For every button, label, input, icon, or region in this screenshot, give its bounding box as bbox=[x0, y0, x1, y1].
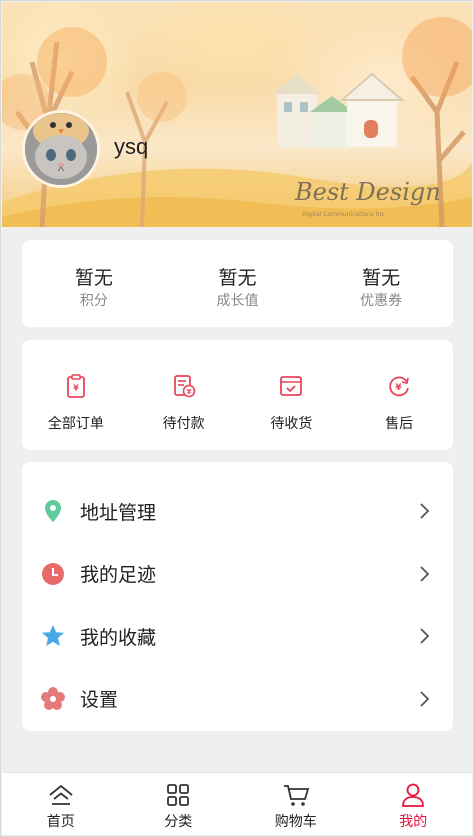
order-all-button[interactable]: ¥ 全部订单 bbox=[22, 340, 130, 450]
stat-value: 暂无 bbox=[218, 267, 257, 289]
clock-icon bbox=[42, 562, 64, 585]
tab-label: 首页 bbox=[46, 814, 75, 830]
order-unpaid-button[interactable]: ¥ 待付款 bbox=[130, 340, 238, 450]
chevron-right-icon bbox=[420, 691, 430, 707]
stat-value: 暂无 bbox=[362, 267, 401, 289]
home-icon bbox=[49, 784, 73, 805]
cart-icon bbox=[283, 785, 309, 806]
order-label: 全部订单 bbox=[47, 416, 104, 432]
stats-card: 暂无 积分 暂无 成长值 暂无 优惠券 bbox=[22, 240, 453, 327]
order-to-receive-button[interactable]: 待收货 bbox=[238, 340, 346, 450]
order-after-sales-button[interactable]: ¥ 售后 bbox=[345, 340, 453, 450]
menu-item-settings[interactable]: 设置 bbox=[22, 668, 453, 731]
menu-label: 设置 bbox=[80, 689, 119, 712]
menu-item-footprints[interactable]: 我的足迹 bbox=[22, 543, 453, 606]
chevron-right-icon bbox=[420, 566, 430, 582]
tab-profile[interactable]: 我的 bbox=[355, 773, 473, 835]
order-label: 待收货 bbox=[270, 416, 313, 432]
username: ysq bbox=[114, 134, 149, 159]
tab-label: 分类 bbox=[164, 814, 193, 830]
box-check-icon bbox=[280, 376, 303, 396]
menu-item-favorites[interactable]: 我的收藏 bbox=[22, 605, 453, 668]
chevron-right-icon bbox=[420, 628, 430, 644]
order-label: 待付款 bbox=[162, 416, 205, 432]
stat-value: 暂无 bbox=[74, 267, 113, 289]
stat-coupons[interactable]: 暂无 优惠券 bbox=[309, 240, 453, 327]
profile-header-banner: Best Design Digital Communications Inc y… bbox=[2, 2, 472, 227]
stat-label: 优惠券 bbox=[360, 293, 403, 309]
stat-label: 成长值 bbox=[216, 293, 259, 309]
menu-card: 地址管理 我的足迹 我的收藏 设置 bbox=[22, 462, 453, 731]
menu-label: 我的收藏 bbox=[80, 626, 157, 649]
stat-points[interactable]: 暂无 积分 bbox=[22, 240, 166, 327]
location-pin-icon bbox=[45, 500, 61, 523]
stat-label: 积分 bbox=[79, 293, 108, 309]
star-icon bbox=[42, 625, 64, 647]
chevron-right-icon bbox=[420, 503, 430, 519]
tab-label: 我的 bbox=[399, 814, 428, 830]
avatar[interactable] bbox=[22, 110, 100, 188]
order-label: 售后 bbox=[385, 416, 414, 432]
bill-yen-icon: ¥ bbox=[173, 375, 195, 398]
bottom-tab-bar: 首页 分类 购物车 我的 bbox=[2, 772, 472, 835]
svg-text:¥: ¥ bbox=[186, 388, 191, 396]
clipboard-yen-icon: ¥ bbox=[66, 374, 85, 398]
tab-label: 购物车 bbox=[274, 814, 317, 830]
yen-refresh-icon: ¥ bbox=[389, 376, 410, 397]
grid-icon bbox=[167, 784, 190, 806]
tab-cart[interactable]: 购物车 bbox=[237, 773, 355, 835]
user-icon bbox=[402, 783, 425, 807]
svg-text:Digital Communications Inc: Digital Communications Inc bbox=[302, 211, 385, 218]
svg-text:¥: ¥ bbox=[395, 383, 402, 393]
menu-item-address[interactable]: 地址管理 bbox=[22, 480, 453, 543]
menu-label: 我的足迹 bbox=[80, 564, 157, 587]
tab-home[interactable]: 首页 bbox=[2, 773, 120, 835]
flower-settings-icon bbox=[41, 686, 65, 710]
menu-label: 地址管理 bbox=[80, 501, 157, 524]
svg-text:¥: ¥ bbox=[73, 384, 79, 393]
orders-card: ¥ 全部订单 ¥ 待付款 待收货 ¥ 售后 bbox=[22, 340, 453, 450]
banner-brand-text: Best Design bbox=[294, 178, 441, 206]
tab-category[interactable]: 分类 bbox=[120, 773, 238, 835]
stat-growth[interactable]: 暂无 成长值 bbox=[166, 240, 310, 327]
